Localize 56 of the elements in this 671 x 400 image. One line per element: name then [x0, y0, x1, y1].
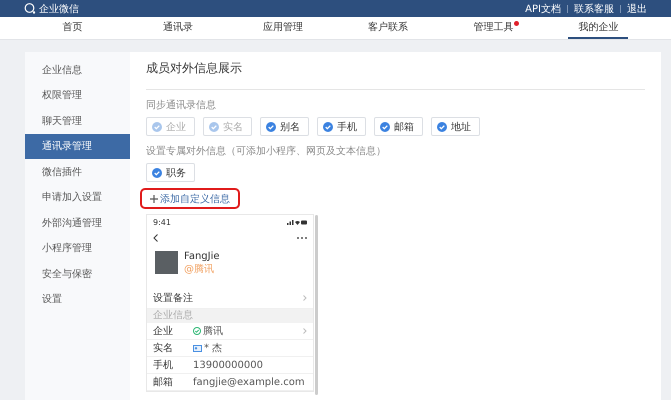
- row-label: 手机: [153, 358, 174, 372]
- group-label: 设置专属对外信息（可添加小程序、网页及文本信息）: [146, 144, 387, 158]
- header-link[interactable]: API文档: [525, 2, 561, 16]
- section-header: 企业信息: [147, 309, 313, 323]
- row-value: * 杰: [204, 342, 222, 355]
- header-link[interactable]: 退出: [627, 2, 647, 16]
- nav-tab[interactable]: 通讯录: [152, 17, 203, 39]
- sidebar-item[interactable]: 微信插件: [25, 159, 130, 184]
- contact-name: FangJie: [184, 251, 220, 262]
- nav-tab[interactable]: 管理工具: [463, 17, 524, 39]
- row-label[interactable]: 设置备注: [153, 290, 303, 304]
- sidebar-item[interactable]: 聊天管理: [25, 108, 130, 134]
- nav-tab[interactable]: 首页: [52, 17, 93, 39]
- sidebar-item[interactable]: 权限管理: [25, 82, 130, 108]
- nav-tab[interactable]: 客户联系: [358, 17, 418, 39]
- status-time: 9:41: [153, 218, 171, 226]
- section-title: 成员对外信息展示: [146, 60, 645, 90]
- row-value: 腾讯: [203, 324, 223, 338]
- field-option[interactable]: 地址: [431, 117, 480, 136]
- plus-icon: [150, 194, 158, 202]
- add-custom-info-button[interactable]: 添加自定义信息: [140, 188, 240, 209]
- logo-icon: [24, 3, 36, 14]
- nav-tab[interactable]: 我的企业: [568, 17, 628, 39]
- checkbox[interactable]: [152, 168, 162, 178]
- header-link[interactable]: 联系客服: [574, 2, 614, 16]
- row-label: 实名: [153, 342, 174, 355]
- back-icon[interactable]: [153, 234, 158, 242]
- field-option[interactable]: 职务: [146, 163, 195, 182]
- sidebar-item[interactable]: 安全与保密: [25, 261, 130, 286]
- group-label: 同步通讯录信息: [146, 98, 217, 112]
- sidebar-item[interactable]: 企业信息: [25, 57, 130, 82]
- sidebar-item[interactable]: 外部沟通管理: [25, 210, 130, 236]
- avatar-placeholder: [155, 251, 178, 274]
- logo-text: 企业微信: [39, 2, 79, 16]
- checkbox[interactable]: [323, 122, 333, 132]
- row-label: 企业: [153, 324, 174, 338]
- id-card-icon: [193, 344, 202, 352]
- field-option[interactable]: 别名: [260, 117, 309, 136]
- field-option[interactable]: 手机: [317, 117, 366, 136]
- chevron-icon: [303, 294, 307, 300]
- checkbox[interactable]: [437, 122, 447, 132]
- row-value: 13900000000: [193, 360, 263, 370]
- row-label: 邮箱: [153, 376, 174, 389]
- contact-company: @腾讯: [184, 262, 215, 276]
- status-icons: [287, 220, 307, 224]
- sidebar-item[interactable]: 设置: [25, 286, 130, 312]
- checkbox[interactable]: [266, 122, 276, 132]
- sidebar-item[interactable]: 申请加入设置: [25, 184, 130, 210]
- verified-icon: [193, 327, 201, 335]
- chevron-icon: [303, 328, 307, 334]
- nav-tab[interactable]: 应用管理: [252, 17, 313, 39]
- sidebar-item[interactable]: 通讯录管理: [25, 134, 130, 159]
- row-value: fangjie@example.com: [193, 376, 305, 388]
- sidebar-item[interactable]: 小程序管理: [25, 236, 130, 261]
- checkbox[interactable]: [380, 122, 390, 132]
- field-option[interactable]: 邮箱: [374, 117, 423, 136]
